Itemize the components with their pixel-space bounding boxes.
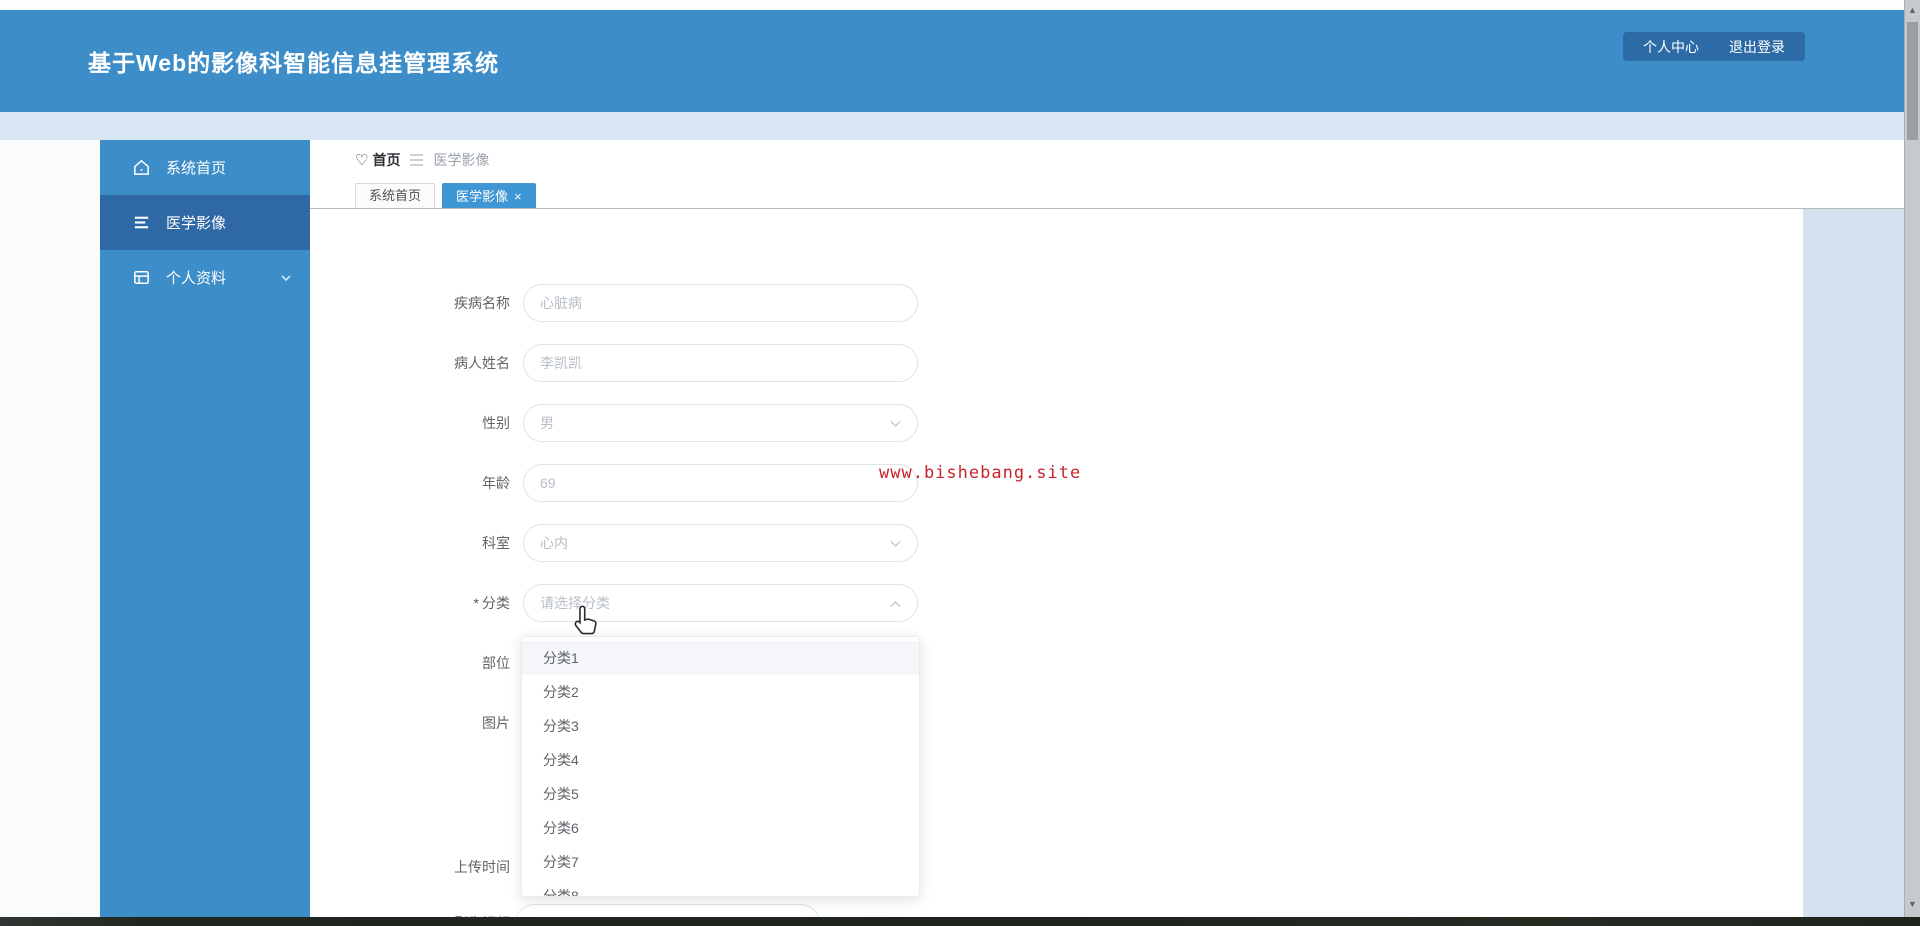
watermark-text: www.bishebang.site bbox=[879, 463, 1082, 483]
scroll-down-icon[interactable]: ▼ bbox=[1905, 896, 1920, 912]
sidebar-nav: 系统首页 医学影像 个人资料 bbox=[100, 140, 310, 926]
age-input[interactable]: 69 bbox=[523, 464, 918, 502]
field-label: 部位 bbox=[482, 655, 510, 671]
sidebar-item-home[interactable]: 系统首页 bbox=[100, 140, 310, 195]
sidebar-item-label: 系统首页 bbox=[166, 160, 227, 177]
menu-list-icon bbox=[134, 216, 149, 229]
input-value: 李凯凯 bbox=[540, 355, 582, 371]
disease-name-input[interactable]: 心脏病 bbox=[523, 284, 918, 322]
field-label: 病人姓名 bbox=[454, 355, 510, 371]
field-label: 图片 bbox=[482, 715, 510, 731]
sidebar-item-medical-images[interactable]: 医学影像 bbox=[100, 195, 310, 250]
dropdown-option[interactable]: 分类4 bbox=[522, 743, 919, 777]
app-title: 基于Web的影像科智能信息挂管理系统 bbox=[88, 50, 500, 76]
app-screen: 基于Web的影像科智能信息挂管理系统 个人中心 退出登录 系统首页 医学影像 个… bbox=[0, 0, 1920, 926]
hand-cursor-icon bbox=[574, 605, 597, 635]
breadcrumb-home-link[interactable]: ♡ 首页 bbox=[355, 150, 400, 170]
header-sub-strip bbox=[0, 112, 1904, 140]
scroll-up-icon[interactable]: ▲ bbox=[1905, 2, 1920, 18]
chevron-down-icon bbox=[890, 420, 901, 428]
home-icon bbox=[134, 159, 149, 175]
profile-center-button[interactable]: 个人中心 bbox=[1643, 37, 1699, 57]
chevron-up-icon bbox=[890, 600, 901, 608]
gender-select[interactable]: 男 bbox=[523, 404, 918, 442]
field-label: * 分类 bbox=[473, 595, 510, 611]
close-icon[interactable]: × bbox=[514, 190, 522, 203]
breadcrumb: ♡ 首页 医学影像 bbox=[355, 149, 489, 171]
required-asterisk: * bbox=[473, 595, 479, 611]
sidebar-item-profile[interactable]: 个人资料 bbox=[100, 250, 310, 305]
tab-system-home[interactable]: 系统首页 bbox=[355, 183, 436, 209]
chevron-down-icon bbox=[890, 540, 901, 548]
dropdown-option[interactable]: 分类6 bbox=[522, 811, 919, 845]
app-header: 基于Web的影像科智能信息挂管理系统 bbox=[0, 10, 1904, 112]
sidebar-item-label: 医学影像 bbox=[166, 215, 227, 232]
heart-icon: ♡ bbox=[355, 152, 369, 169]
field-label: 疾病名称 bbox=[454, 295, 510, 311]
select-value: 男 bbox=[540, 415, 554, 431]
breadcrumb-tabs-band: ♡ 首页 医学影像 系统首页 医学影像 × bbox=[310, 140, 1904, 209]
tab-medical-images[interactable]: 医学影像 × bbox=[442, 183, 536, 209]
page-background-right bbox=[1803, 209, 1904, 926]
input-value: 心脏病 bbox=[540, 295, 582, 311]
breadcrumb-separator-icon bbox=[410, 151, 424, 169]
scrollbar-thumb[interactable] bbox=[1907, 22, 1918, 140]
select-value: 心内 bbox=[540, 535, 568, 551]
dropdown-option[interactable]: 分类8 bbox=[522, 879, 919, 896]
dropdown-option[interactable]: 分类1 bbox=[522, 641, 919, 675]
dropdown-option[interactable]: 分类7 bbox=[522, 845, 919, 879]
category-dropdown: 分类1 分类2 分类3 分类4 分类5 分类6 分类7 分类8 bbox=[521, 636, 920, 897]
dropdown-option[interactable]: 分类2 bbox=[522, 675, 919, 709]
logout-button[interactable]: 退出登录 bbox=[1729, 37, 1785, 57]
breadcrumb-current: 医学影像 bbox=[433, 152, 490, 168]
dropdown-option[interactable]: 分类5 bbox=[522, 777, 919, 811]
field-label: 性别 bbox=[482, 415, 510, 431]
left-gutter bbox=[0, 140, 100, 926]
department-select[interactable]: 心内 bbox=[523, 524, 918, 562]
input-value: 69 bbox=[540, 475, 556, 491]
field-label: 年龄 bbox=[482, 475, 510, 491]
profile-card-icon bbox=[134, 271, 149, 284]
field-label: 上传时间 bbox=[454, 859, 510, 875]
open-tabs: 系统首页 医学影像 × bbox=[355, 183, 536, 209]
patient-name-input[interactable]: 李凯凯 bbox=[523, 344, 918, 382]
dropdown-option[interactable]: 分类3 bbox=[522, 709, 919, 743]
top-white-strip bbox=[0, 0, 1904, 10]
field-label: 科室 bbox=[482, 535, 510, 551]
sidebar-item-label: 个人资料 bbox=[166, 270, 227, 287]
chevron-down-icon bbox=[281, 275, 291, 282]
page-scrollbar: ▲ ▼ bbox=[1904, 0, 1920, 926]
taskbar-edge bbox=[0, 917, 1920, 926]
user-menu: 个人中心 退出登录 bbox=[1623, 32, 1805, 61]
